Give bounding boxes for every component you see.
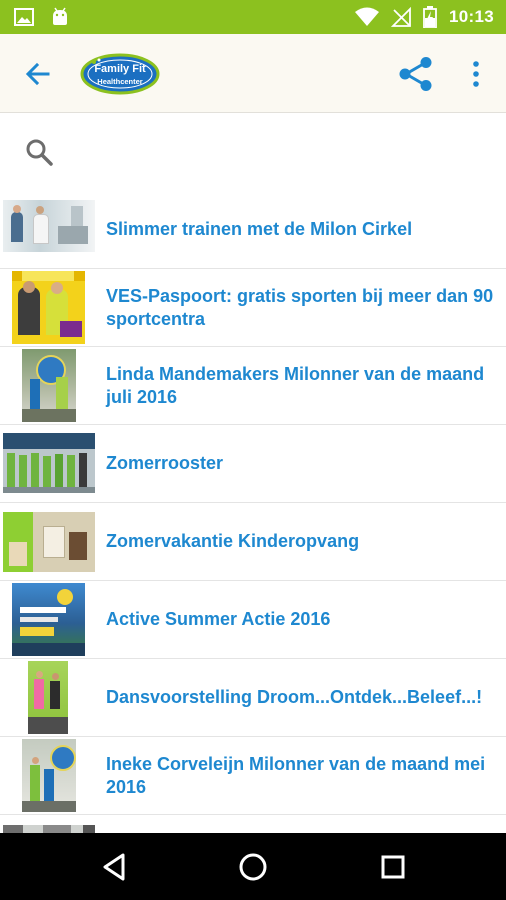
news-thumbnail (0, 191, 98, 268)
app-bar: Family Fit Healthcenter (0, 34, 506, 113)
news-thumbnail (0, 269, 98, 346)
news-thumbnail (0, 425, 98, 502)
back-arrow-icon[interactable] (22, 58, 54, 90)
image-icon (14, 8, 34, 26)
wifi-icon (355, 7, 380, 26)
news-item[interactable]: Zomervakantie Kinderopvang (0, 503, 506, 581)
news-title: VES-Paspoort: gratis sporten bij meer da… (106, 285, 494, 329)
news-thumbnail (0, 581, 98, 658)
news-item[interactable] (0, 815, 506, 833)
battery-charging-icon (423, 6, 437, 28)
family-fit-logo: Family Fit Healthcenter (80, 52, 160, 96)
news-item[interactable]: Zomerrooster (0, 425, 506, 503)
search-icon[interactable] (24, 137, 54, 167)
news-list: Slimmer trainen met de Milon Cirkel VES-… (0, 191, 506, 833)
share-icon[interactable] (396, 56, 436, 92)
news-item[interactable]: Slimmer trainen met de Milon Cirkel (0, 191, 506, 269)
news-thumbnail (0, 347, 98, 424)
search-input[interactable] (68, 133, 492, 171)
news-thumbnail (0, 737, 98, 814)
overflow-menu-icon[interactable] (464, 56, 488, 92)
back-triangle-icon[interactable] (96, 849, 132, 885)
status-bar: 10:13 (0, 0, 506, 34)
news-thumbnail (0, 503, 98, 580)
no-signal-icon (391, 7, 411, 27)
news-thumbnail (0, 815, 98, 833)
svg-text:Family Fit: Family Fit (94, 63, 146, 75)
news-title: Zomerrooster (106, 453, 224, 473)
news-item[interactable]: Active Summer Actie 2016 (0, 581, 506, 659)
news-title: Ineke Corveleijn Milonner van de maand m… (106, 753, 486, 797)
news-title: Zomervakantie Kinderopvang (106, 531, 360, 551)
news-title: Dansvoorstelling Droom...Ontdek...Beleef… (106, 687, 483, 707)
clock: 10:13 (449, 7, 494, 26)
news-thumbnail (0, 659, 98, 736)
news-item[interactable]: VES-Paspoort: gratis sporten bij meer da… (0, 269, 506, 347)
svg-text:Healthcenter: Healthcenter (97, 77, 143, 86)
recents-square-icon[interactable] (375, 849, 411, 885)
android-icon (53, 7, 67, 25)
news-item[interactable]: Linda Mandemakers Milonner van de maand … (0, 347, 506, 425)
news-title: Active Summer Actie 2016 (106, 609, 331, 629)
news-item[interactable]: Ineke Corveleijn Milonner van de maand m… (0, 737, 506, 815)
home-circle-icon[interactable] (235, 849, 271, 885)
news-title: Linda Mandemakers Milonner van de maand … (106, 363, 485, 407)
news-title: Slimmer trainen met de Milon Cirkel (106, 219, 413, 239)
search-bar (0, 113, 506, 191)
navigation-bar (0, 833, 506, 900)
news-item[interactable]: Dansvoorstelling Droom...Ontdek...Beleef… (0, 659, 506, 737)
